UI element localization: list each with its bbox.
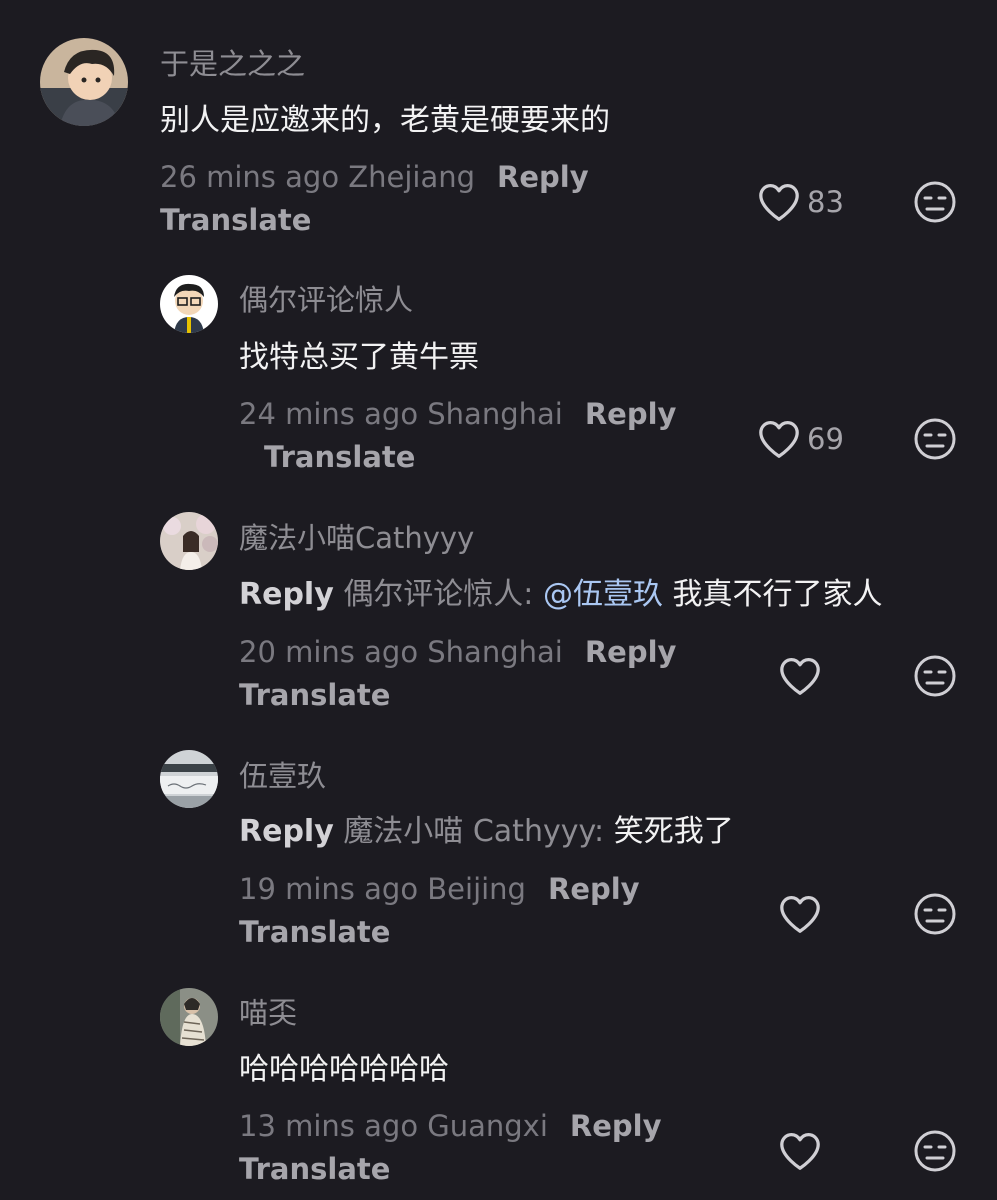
comment-meta: 20 mins ago Shanghai Reply (239, 634, 676, 670)
comment-meta: 19 mins ago Beijing Reply (239, 871, 640, 907)
time-location: 26 mins ago Zhejiang (160, 160, 476, 194)
dislike-button[interactable] (913, 417, 957, 465)
translate-button[interactable]: Translate (239, 914, 390, 950)
avatar[interactable] (160, 750, 218, 808)
like-button[interactable] (778, 656, 822, 696)
like-button[interactable] (778, 1131, 822, 1171)
dislike-button[interactable] (913, 892, 957, 940)
username[interactable]: 喵奀 (239, 995, 297, 1031)
username[interactable]: 偶尔评论惊人 (239, 282, 413, 318)
avatar[interactable] (160, 275, 218, 333)
comment-body: 我真不行了家人 (672, 577, 883, 612)
time-location: 24 mins ago Shanghai (239, 397, 563, 431)
reply-comment: 偶尔评论惊人 找特总买了黄牛票 24 mins ago Shanghai Repl… (0, 250, 997, 490)
translate-button[interactable]: Translate (239, 677, 390, 713)
reply-button[interactable]: Reply (497, 160, 589, 194)
comment-meta: 13 mins ago Guangxi Reply (239, 1108, 662, 1144)
dislike-button[interactable] (913, 1129, 957, 1177)
reply-target[interactable]: 偶尔评论惊人: (343, 577, 533, 612)
dislike-button[interactable] (913, 180, 957, 228)
meh-face-icon (914, 1130, 956, 1172)
heart-outline-icon (759, 421, 799, 458)
mention-link[interactable]: @伍壹玖 (543, 577, 663, 612)
like-button[interactable]: 69 (757, 419, 844, 459)
reply-comment: 伍壹玖 Reply 魔法小喵 Cathyyy: 笑死我了 19 mins ago… (0, 730, 997, 970)
heart-outline-icon (780, 1133, 820, 1170)
reply-target[interactable]: 魔法小喵 Cathyyy: (343, 814, 604, 849)
time-location: 20 mins ago Shanghai (239, 635, 563, 669)
comment: 于是之之之 别人是应邀来的，老黄是硬要来的 26 mins ago Zhejia… (0, 0, 997, 250)
translate-button[interactable]: Translate (239, 1151, 390, 1187)
avatar[interactable] (160, 988, 218, 1046)
heart-outline-icon (759, 184, 799, 221)
comment-meta: 24 mins ago Shanghai Reply (239, 396, 676, 432)
translate-button[interactable]: Translate (160, 202, 311, 238)
comment-body: 笑死我了 (613, 814, 734, 849)
meh-face-icon (914, 181, 956, 223)
reply-prefix: Reply (239, 814, 334, 849)
translate-button[interactable]: Translate (264, 439, 415, 475)
reply-button[interactable]: Reply (548, 872, 640, 906)
like-button[interactable] (778, 894, 822, 934)
reply-button[interactable]: Reply (585, 635, 677, 669)
avatar[interactable] (40, 38, 128, 126)
time-location: 19 mins ago Beijing (239, 872, 526, 906)
meh-face-icon (914, 655, 956, 697)
username[interactable]: 伍壹玖 (239, 758, 326, 794)
username[interactable]: 魔法小喵Cathyyy (239, 520, 474, 556)
dislike-button[interactable] (913, 654, 957, 702)
reply-comment: 魔法小喵Cathyyy Reply 偶尔评论惊人: @伍壹玖 我真不行了家人 2… (0, 490, 997, 730)
like-count: 83 (807, 185, 844, 219)
comment-text: 别人是应邀来的，老黄是硬要来的 (160, 103, 610, 138)
comment-meta: 26 mins ago Zhejiang Reply (160, 159, 589, 195)
meh-face-icon (914, 893, 956, 935)
reply-prefix: Reply (239, 577, 334, 612)
time-location: 13 mins ago Guangxi (239, 1109, 548, 1143)
comment-text: 哈哈哈哈哈哈哈 (239, 1052, 449, 1087)
username[interactable]: 于是之之之 (160, 46, 305, 82)
comment-text: Reply 偶尔评论惊人: @伍壹玖 我真不行了家人 (239, 575, 883, 615)
like-button[interactable]: 83 (757, 182, 844, 222)
comment-text: Reply 魔法小喵 Cathyyy: 笑死我了 (239, 812, 734, 852)
reply-button[interactable]: Reply (585, 397, 677, 431)
meh-face-icon (914, 418, 956, 460)
reply-comment: 喵奀 哈哈哈哈哈哈哈 13 mins ago Guangxi Reply Tran… (0, 970, 997, 1200)
reply-button[interactable]: Reply (570, 1109, 662, 1143)
avatar[interactable] (160, 512, 218, 570)
heart-outline-icon (780, 658, 820, 695)
comment-text: 找特总买了黄牛票 (239, 340, 479, 375)
like-count: 69 (807, 422, 844, 456)
heart-outline-icon (780, 896, 820, 933)
